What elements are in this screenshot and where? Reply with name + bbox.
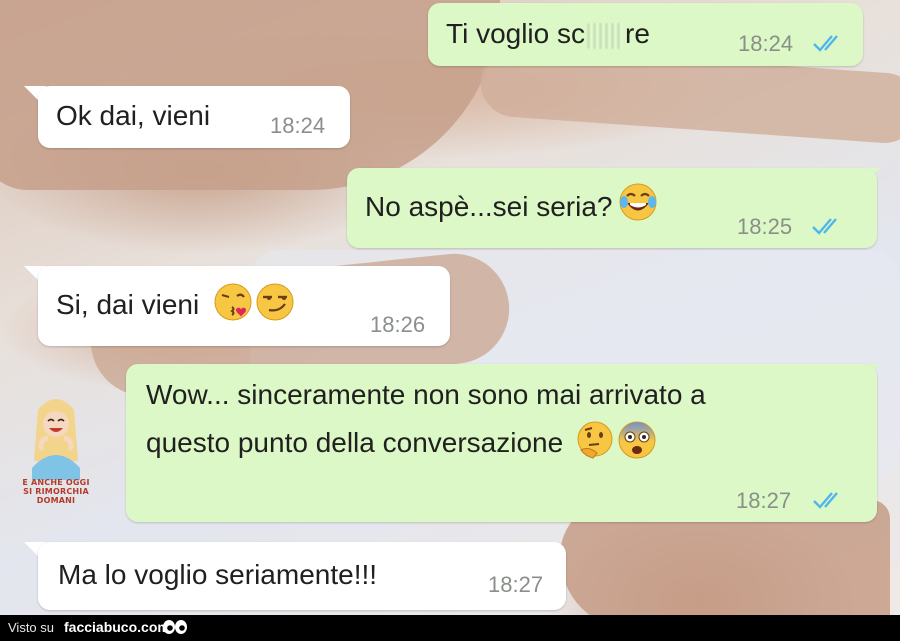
read-ticks-icon bbox=[813, 35, 838, 52]
message-bubble-outgoing[interactable]: Ti voglio sc re 18:24 bbox=[428, 3, 863, 66]
footer-label: Visto su bbox=[8, 620, 55, 635]
message-bubble-incoming[interactable]: Ma lo voglio seriamente!!! 18:27 bbox=[38, 542, 566, 610]
message-time: 18:26 bbox=[370, 312, 426, 337]
message-time: 18:24 bbox=[738, 31, 794, 56]
message-bubble-outgoing[interactable]: Wow... sinceramente non sono mai arrivat… bbox=[126, 364, 877, 522]
kissing-heart-emoji-icon bbox=[214, 283, 252, 321]
read-ticks-icon bbox=[812, 218, 837, 235]
message-bubble-incoming[interactable]: Ok dai, vieni 18:24 bbox=[38, 86, 350, 148]
redacted-blur bbox=[587, 22, 624, 49]
message-text-line: Wow... sinceramente non sono mai arrivat… bbox=[146, 379, 706, 410]
message-bubble-incoming[interactable]: Si, dai vieni 18:26 bbox=[38, 266, 450, 346]
message-text: Ok dai, vieni bbox=[56, 100, 211, 131]
message-bubble-outgoing[interactable]: No aspè...sei seria? 18:25 bbox=[347, 168, 877, 248]
message-text: Ma lo voglio seriamente!!! bbox=[58, 559, 378, 590]
watermark-line: E ANCHE OGGI bbox=[22, 478, 90, 487]
eyes-logo-icon bbox=[163, 620, 187, 634]
message-time: 18:27 bbox=[488, 572, 544, 597]
message-text-line: questo punto della conversazione bbox=[146, 421, 657, 464]
footer-site-link[interactable]: facciabuco.com bbox=[64, 619, 170, 635]
message-text: Ti voglio sc re bbox=[446, 18, 650, 49]
message-time: 18:27 bbox=[736, 488, 792, 513]
watermark-caption: E ANCHE OGGI SI RIMORCHIA DOMANI bbox=[10, 478, 102, 505]
message-text: Si, dai vieni bbox=[56, 283, 295, 326]
thinking-emoji-icon bbox=[577, 421, 613, 459]
message-time: 18:24 bbox=[270, 113, 326, 138]
smirking-emoji-icon bbox=[256, 283, 294, 321]
footer-bar: Visto su facciabuco.com bbox=[0, 615, 900, 641]
message-time: 18:25 bbox=[737, 214, 793, 239]
tears-of-joy-emoji-icon bbox=[619, 183, 657, 221]
read-ticks-icon bbox=[813, 492, 838, 509]
watermark-line: SI RIMORCHIA DOMANI bbox=[23, 487, 89, 505]
fearful-emoji-icon bbox=[618, 421, 656, 459]
message-text: No aspè...sei seria? bbox=[365, 183, 658, 228]
